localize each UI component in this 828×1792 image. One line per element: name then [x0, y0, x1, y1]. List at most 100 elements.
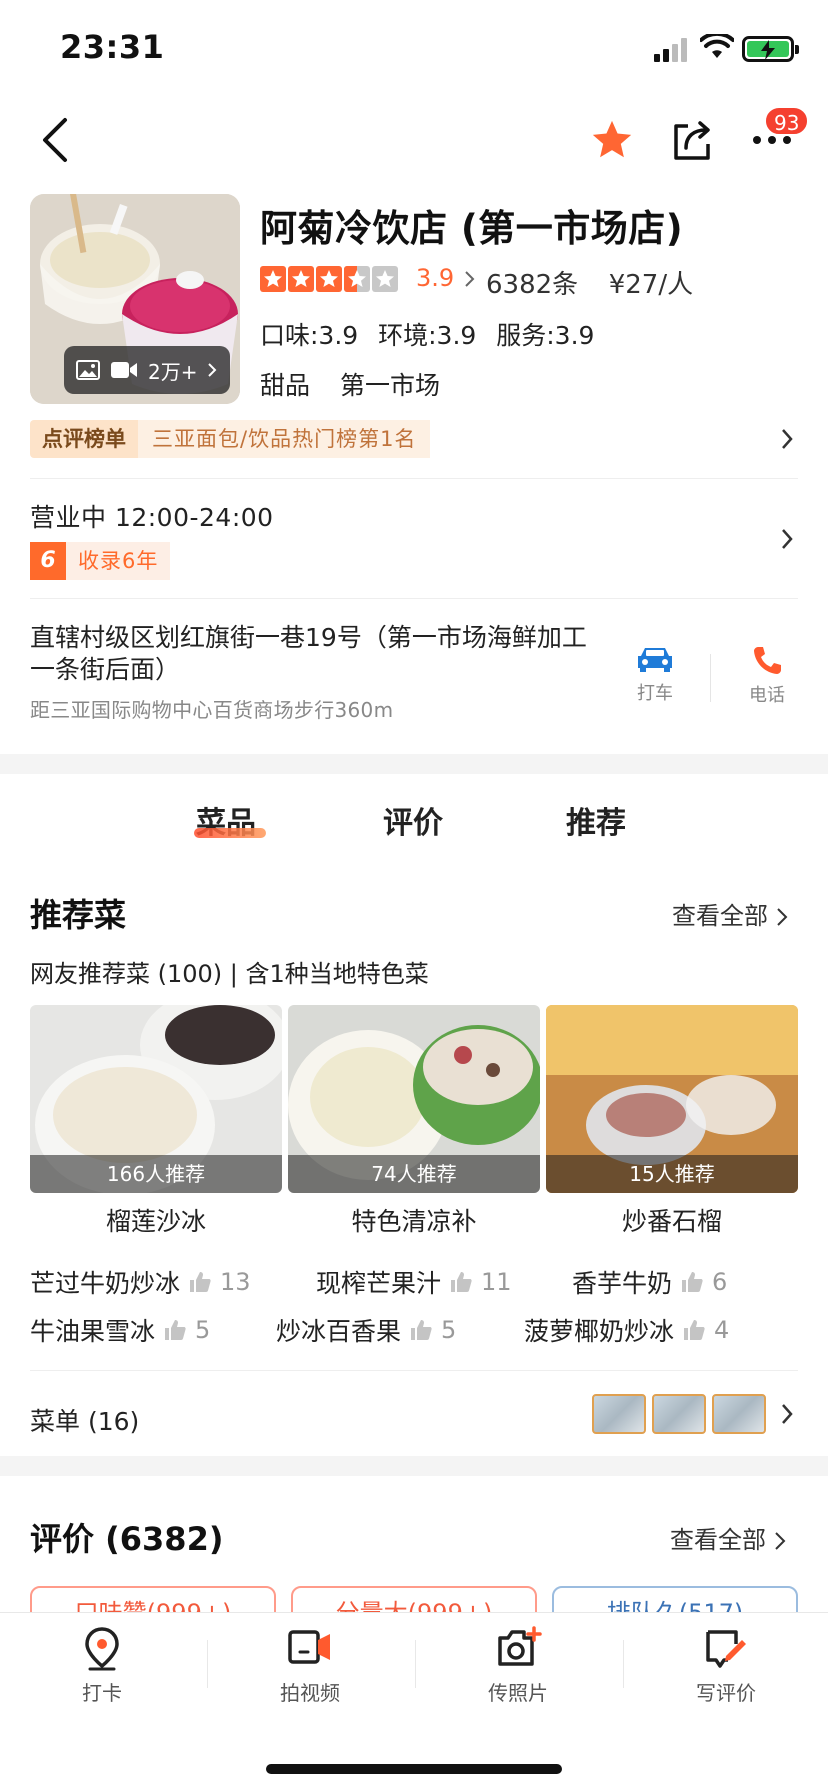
mini-dish-item[interactable]: 芒过牛奶炒冰 13	[30, 1264, 251, 1300]
dish-card-2[interactable]: 74人推荐	[288, 1005, 540, 1193]
divider	[30, 478, 798, 479]
dish-name: 榴莲沙冰	[105, 1207, 206, 1236]
mini-dish-item[interactable]: 菠萝椰奶炒冰 4	[524, 1312, 729, 1348]
video-camera-icon	[111, 362, 137, 378]
dish-name: 炒番石榴	[621, 1207, 722, 1236]
recommend-subtitle: 网友推荐菜 (100) | 含1种当地特色菜	[30, 960, 429, 988]
business-hours[interactable]: 营业中 12:00-24:00	[30, 498, 274, 534]
mini-dish-likes: 4	[714, 1316, 730, 1344]
star-empty-icon	[372, 266, 398, 292]
tab-recommend[interactable]: 推荐	[566, 798, 626, 842]
ranking-banner[interactable]: 点评榜单 三亚面包/饮品热门榜第1名	[30, 420, 431, 458]
chevron-right-icon[interactable]	[780, 528, 794, 550]
menu-thumbnail[interactable]	[592, 1394, 646, 1434]
write-review-button[interactable]: 写评价	[666, 1626, 786, 1706]
phone-label: 电话	[749, 685, 785, 706]
write-review-label: 写评价	[696, 1681, 756, 1705]
mini-dish-name: 菠萝椰奶炒冰	[524, 1317, 675, 1346]
recommend-see-all[interactable]: 查看全部	[672, 896, 788, 931]
notification-badge: 93	[764, 106, 810, 136]
mini-dish-item[interactable]: 香芋牛奶 6	[572, 1264, 727, 1300]
rating-stars	[260, 266, 398, 292]
camera-icon	[498, 1626, 542, 1666]
chevron-left-icon	[43, 118, 67, 162]
wifi-icon	[700, 34, 734, 58]
menu-thumbnail[interactable]	[652, 1394, 706, 1434]
edit-review-icon	[706, 1630, 746, 1668]
rating-score[interactable]: 3.9	[416, 264, 476, 292]
see-all-label: 查看全部	[670, 1526, 766, 1554]
cell-signal-icon	[654, 38, 690, 62]
car-icon	[638, 648, 672, 672]
phone-button[interactable]: 电话	[727, 644, 807, 707]
star-icon	[316, 266, 342, 292]
menu-label[interactable]: 菜单 (16)	[30, 1402, 139, 1438]
chevron-right-icon	[465, 271, 475, 287]
thumbs-up-icon	[682, 1272, 703, 1292]
chevron-right-icon[interactable]	[780, 428, 794, 450]
rank-text: 三亚面包/饮品热门榜第1名	[138, 420, 431, 458]
avg-price: ¥27/人	[608, 270, 694, 300]
review-count: 6382条	[486, 270, 579, 300]
mini-dish-item[interactable]: 现榨芒果汁 11	[316, 1264, 512, 1300]
dish-recommend-count: 15人推荐	[546, 1155, 798, 1193]
since-text: 收录6年	[66, 542, 171, 580]
divider	[30, 598, 798, 599]
video-icon	[288, 1630, 330, 1664]
favorite-button[interactable]	[582, 110, 642, 170]
thumbs-up-icon	[190, 1272, 211, 1292]
phone-icon	[754, 647, 781, 674]
divider	[415, 1640, 416, 1688]
upload-photo-label: 传照片	[488, 1681, 548, 1705]
divider	[710, 654, 711, 702]
divider	[623, 1640, 624, 1688]
mini-dish-name: 现榨芒果汁	[316, 1269, 442, 1298]
share-button[interactable]	[662, 110, 722, 170]
thumbs-up-icon	[165, 1320, 186, 1340]
taxi-button[interactable]: 打车	[615, 644, 695, 705]
thumbs-up-icon	[684, 1320, 705, 1340]
mini-dish-item[interactable]: 牛油果雪冰 5	[30, 1312, 210, 1348]
chevron-right-icon	[776, 908, 788, 926]
image-icon	[76, 360, 100, 380]
shoot-video-button[interactable]: 拍视频	[250, 1626, 370, 1706]
share-icon	[674, 121, 710, 160]
dish-card-3[interactable]: 15人推荐	[546, 1005, 798, 1193]
shoot-video-label: 拍视频	[280, 1681, 340, 1705]
see-all-label: 查看全部	[672, 902, 768, 930]
shop-tags[interactable]: 甜品 第一市场	[260, 366, 440, 402]
rating-value: 3.9	[416, 264, 455, 292]
dish-recommend-count: 74人推荐	[288, 1155, 540, 1193]
mini-dish-likes: 5	[195, 1316, 211, 1344]
section-gap	[0, 754, 828, 774]
upload-photo-button[interactable]: 传照片	[458, 1626, 578, 1706]
checkin-button[interactable]: 打卡	[42, 1626, 162, 1706]
dish-recommend-count: 166人推荐	[30, 1155, 282, 1193]
mini-dish-likes: 13	[220, 1268, 251, 1296]
active-tab-indicator	[194, 828, 266, 838]
star-half-icon	[344, 266, 370, 292]
back-button[interactable]	[24, 110, 84, 170]
shop-name: 阿菊冷饮店 (第一市场店)	[260, 207, 684, 250]
dish-card-1[interactable]: 166人推荐	[30, 1005, 282, 1193]
menu-thumbnail[interactable]	[712, 1394, 766, 1434]
rank-label: 点评榜单	[30, 420, 138, 458]
mini-dish-name: 香芋牛奶	[572, 1269, 673, 1298]
chevron-right-icon[interactable]	[780, 1403, 794, 1425]
shop-address[interactable]: 直辖村级区划红旗街一巷19号（第一市场海鲜加工一条街后面）	[30, 622, 610, 686]
photo-count: 2万+	[148, 359, 198, 384]
chevron-right-icon	[208, 363, 217, 377]
mini-dish-likes: 11	[481, 1268, 512, 1296]
mini-dish-likes: 6	[712, 1268, 728, 1296]
mini-dish-likes: 5	[441, 1316, 457, 1344]
reviews-see-all[interactable]: 查看全部	[670, 1520, 786, 1555]
tab-reviews[interactable]: 评价	[383, 798, 443, 842]
mini-dish-item[interactable]: 炒冰百香果 5	[276, 1312, 456, 1348]
mini-dish-name: 芒过牛奶炒冰	[30, 1269, 181, 1298]
battery-icon	[742, 36, 799, 62]
section-gap	[0, 1456, 828, 1476]
shop-stats: 6382条 ¥27/人	[486, 264, 693, 301]
home-indicator[interactable]	[266, 1764, 562, 1774]
status-time: 23:31	[60, 28, 165, 66]
photo-count-badge[interactable]: 2万+	[64, 346, 230, 394]
